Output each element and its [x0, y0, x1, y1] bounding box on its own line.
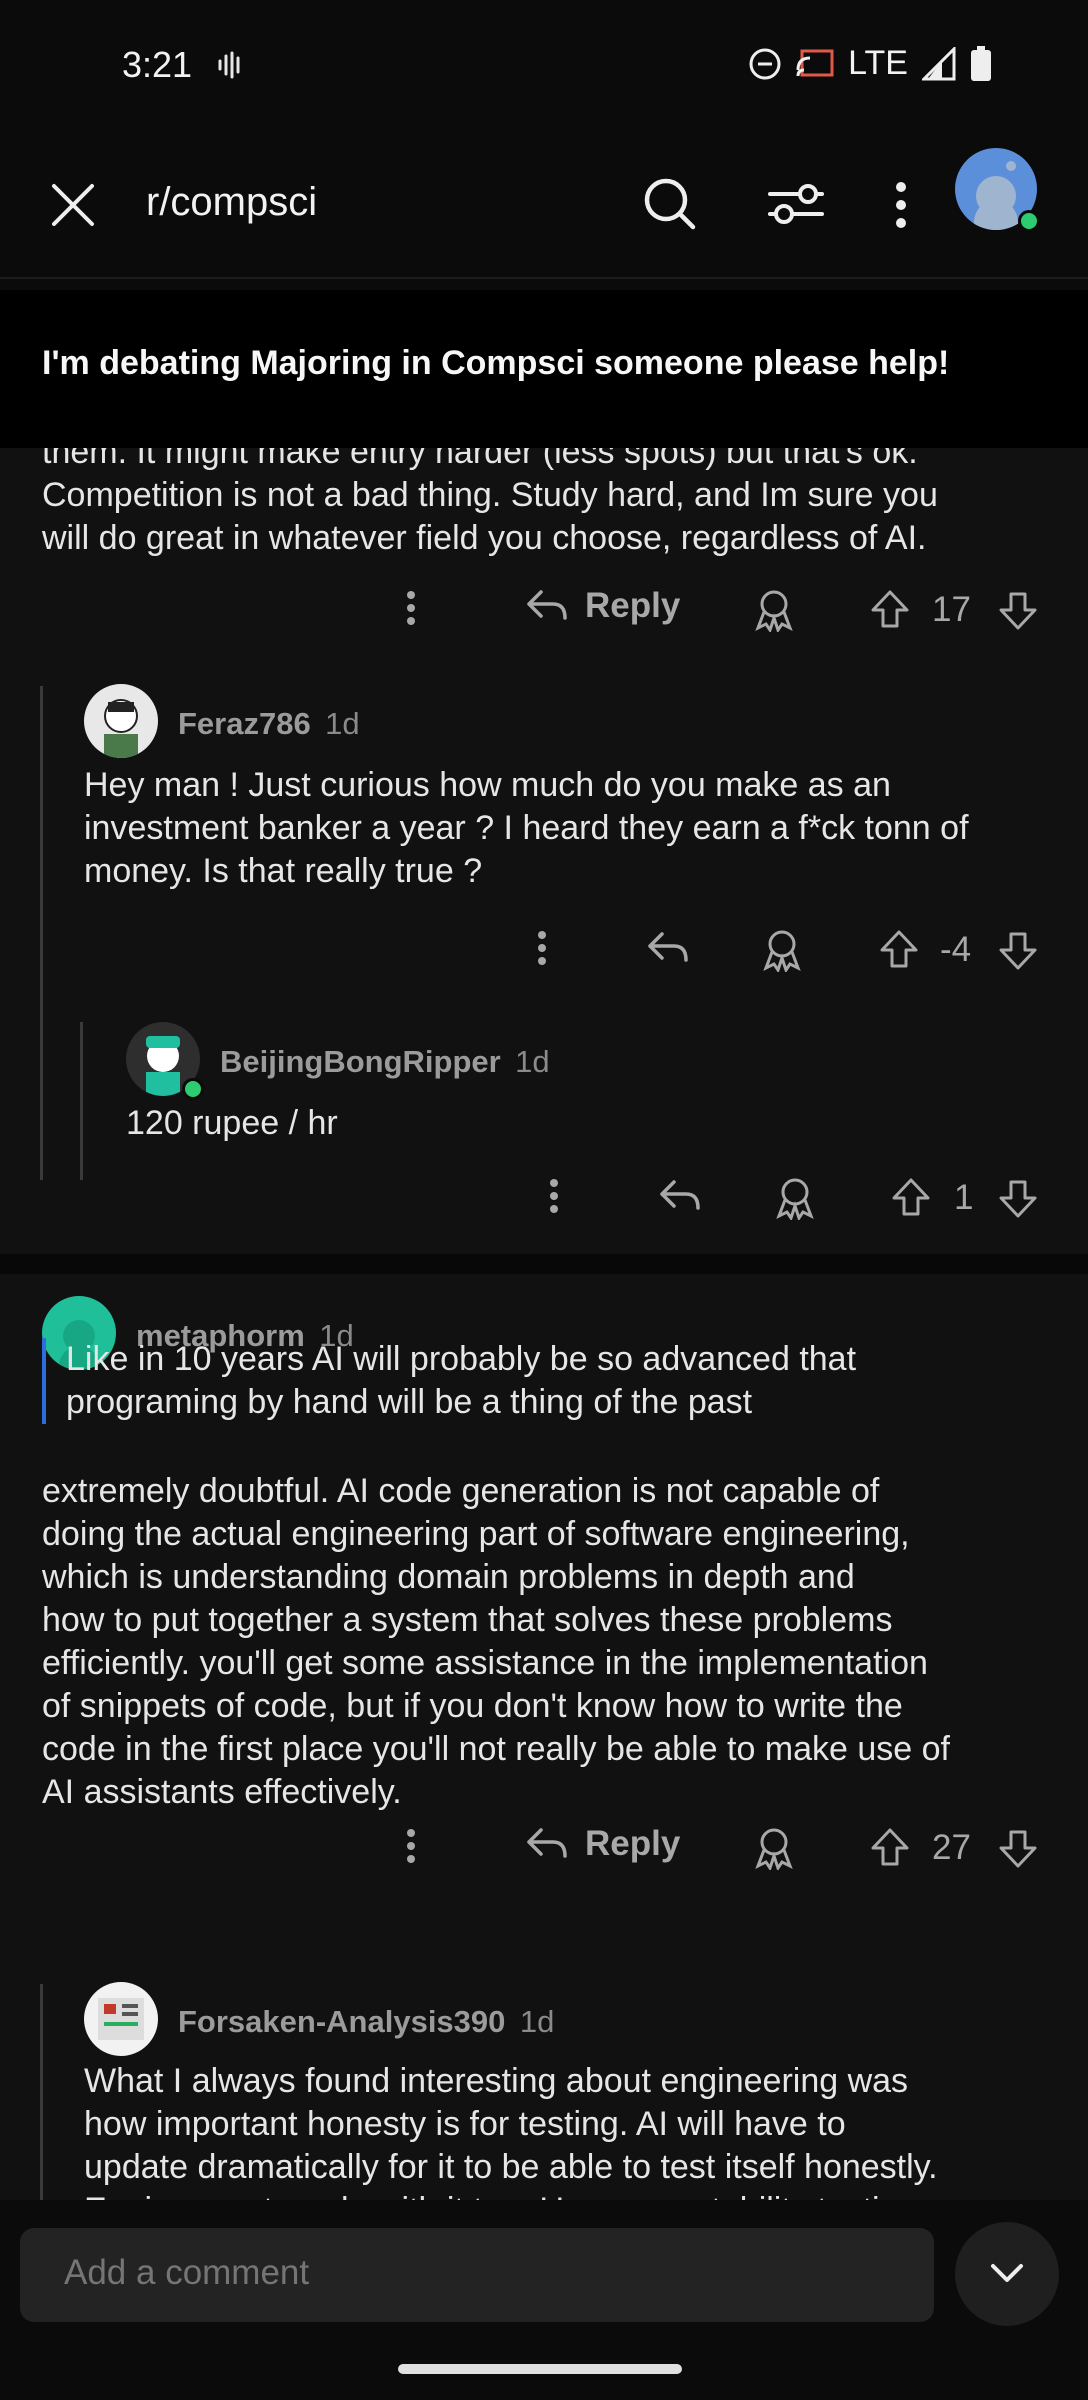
home-indicator[interactable] — [398, 2364, 682, 2374]
comment-line: update dramatically for it to be able to… — [84, 2148, 938, 2186]
comment-age: 1d — [519, 2004, 555, 2039]
upvote-icon[interactable] — [878, 928, 920, 970]
downvote-icon[interactable] — [997, 590, 1039, 632]
award-icon[interactable] — [752, 588, 796, 632]
comment-separator — [0, 1254, 1088, 1274]
upvote-icon[interactable] — [869, 588, 911, 630]
vote-score: 1 — [954, 1178, 974, 1217]
battery-icon — [970, 45, 992, 82]
award-icon[interactable] — [760, 928, 804, 972]
comment-body: extremely doubtful. AI code generation i… — [42, 1470, 1072, 1814]
thread-line — [40, 686, 43, 1180]
comment-line: efficiently. you'll get some assistance … — [42, 1644, 928, 1682]
close-icon[interactable] — [50, 182, 96, 228]
more-options-icon[interactable] — [405, 1828, 417, 1864]
comment-input[interactable] — [62, 2252, 906, 2294]
downvote-icon[interactable] — [997, 1178, 1039, 1220]
vibrate-icon — [216, 50, 244, 80]
comment-line: them. It might make entry harder (less s… — [42, 448, 918, 471]
search-icon[interactable] — [642, 176, 698, 232]
vote-score: 27 — [932, 1828, 971, 1867]
comment-line: doing the actual engineering part of sof… — [42, 1515, 910, 1553]
online-indicator — [182, 1078, 204, 1100]
comment-age: 1d — [515, 1044, 550, 1079]
comment-body: 120 rupee / hr — [126, 1104, 338, 1142]
quote-line: Like in 10 years AI will probably be so … — [66, 1340, 857, 1378]
reply-icon[interactable] — [646, 928, 690, 968]
award-icon[interactable] — [773, 1176, 817, 1220]
cast-icon — [796, 48, 834, 80]
downvote-icon[interactable] — [997, 1828, 1039, 1870]
award-icon[interactable] — [752, 1826, 796, 1870]
comment-line: how important honesty is for testing. AI… — [84, 2105, 846, 2143]
thread-line — [40, 1984, 43, 2228]
comment-age: 1d — [325, 706, 360, 741]
more-options-icon[interactable] — [548, 1178, 560, 1214]
more-vertical-icon[interactable] — [890, 180, 912, 230]
chevron-down-icon — [989, 2260, 1025, 2286]
comment-line: how to put together a system that solves… — [42, 1601, 893, 1639]
avatar[interactable] — [84, 1982, 158, 2056]
comment-line: investment banker a year ? I heard they … — [84, 809, 969, 847]
reply-icon[interactable] — [658, 1176, 702, 1216]
comment-line: extremely doubtful. AI code generation i… — [42, 1472, 880, 1510]
upvote-icon[interactable] — [869, 1826, 911, 1868]
thread-line — [80, 1022, 83, 1180]
reply-label: Reply — [585, 1824, 681, 1863]
quote-block: Like in 10 years AI will probably be so … — [42, 1338, 1056, 1424]
reply-button[interactable]: Reply — [525, 1824, 680, 1864]
collapse-button[interactable] — [955, 2222, 1059, 2326]
comment-line: Hey man ! Just curious how much do you m… — [84, 766, 891, 804]
filter-icon[interactable] — [766, 180, 826, 228]
comment-meta: Feraz786 1d — [178, 706, 360, 742]
username[interactable]: Forsaken-Analysis390 — [178, 2004, 505, 2039]
more-options-icon[interactable] — [405, 590, 417, 626]
vote-score: -4 — [940, 930, 972, 969]
reply-icon — [525, 586, 569, 626]
online-indicator — [1018, 210, 1040, 232]
network-label: LTE — [848, 44, 908, 82]
post-title: I'm debating Majoring in Compsci someone… — [42, 344, 950, 382]
comment-line: money. Is that really true ? — [84, 852, 483, 890]
comments-area: them. It might make entry harder (less s… — [0, 448, 1088, 2228]
comment-meta: Forsaken-Analysis390 1d — [178, 2004, 554, 2040]
status-icons: LTE — [748, 44, 992, 83]
more-options-icon[interactable] — [536, 930, 548, 966]
comment-line: Competition is not a bad thing. Study ha… — [42, 476, 938, 514]
comment-line: which is understanding domain problems i… — [42, 1558, 855, 1596]
downvote-icon[interactable] — [997, 930, 1039, 972]
avatar[interactable] — [84, 684, 158, 758]
upvote-icon[interactable] — [890, 1176, 932, 1218]
signal-icon — [922, 46, 956, 81]
vote-score: 17 — [932, 590, 971, 629]
status-time: 3:21 — [122, 44, 193, 85]
reply-icon — [525, 1824, 569, 1864]
reply-button[interactable]: Reply — [525, 586, 680, 626]
dnd-icon — [748, 47, 782, 81]
quote-line: programing by hand will be a thing of th… — [66, 1383, 753, 1421]
subreddit-name[interactable]: r/compsci — [146, 180, 317, 225]
username[interactable]: Feraz786 — [178, 706, 311, 741]
comment-body: Hey man ! Just curious how much do you m… — [84, 764, 1074, 893]
comment-line: code in the first place you'll not reall… — [42, 1730, 951, 1768]
reply-label: Reply — [585, 586, 681, 625]
comment-line: of snippets of code, but if you don't kn… — [42, 1687, 903, 1725]
comment-body: them. It might make entry harder (less s… — [42, 448, 1072, 560]
comment-line: will do great in whatever field you choo… — [42, 519, 927, 557]
username[interactable]: BeijingBongRipper — [220, 1044, 501, 1079]
comment-line: AI assistants effectively. — [42, 1773, 402, 1811]
comment-line: What I always found interesting about en… — [84, 2062, 909, 2100]
comment-meta: BeijingBongRipper 1d — [220, 1044, 550, 1080]
